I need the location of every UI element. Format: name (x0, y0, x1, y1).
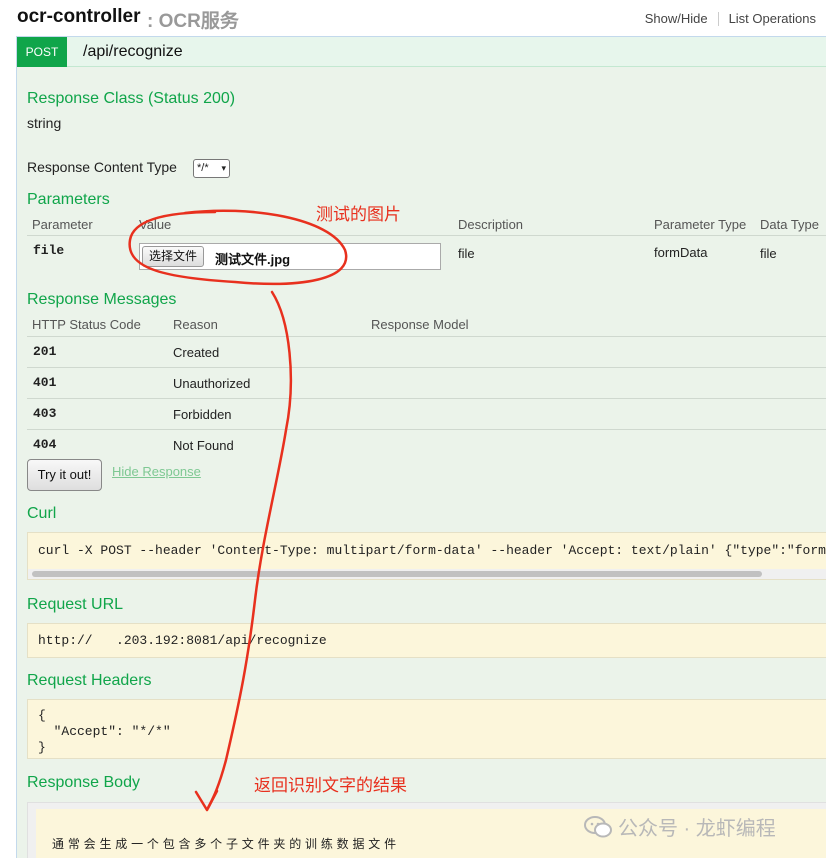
param-description: file (458, 246, 475, 261)
param-type: formData (654, 245, 708, 260)
reason-201: Created (173, 345, 220, 360)
status-code-401: 401 (33, 375, 57, 390)
status-code-404: 404 (33, 437, 57, 452)
row-divider (27, 429, 826, 430)
headers-line-2: "Accept": "*/*" (38, 724, 171, 739)
controller-name[interactable]: ocr-controller (17, 6, 141, 28)
operation-header[interactable]: POST /api/recognize (17, 37, 826, 67)
request-headers-title: Request Headers (27, 672, 152, 689)
status-code-201: 201 (33, 344, 57, 359)
reason-401: Unauthorized (173, 376, 251, 391)
curl-command: curl -X POST --header 'Content-Type: mul… (38, 543, 826, 558)
request-url-block[interactable]: http:// .203.192:8081/api/recognize (27, 623, 826, 658)
annotation-result: 返回识别文字的结果 (254, 776, 407, 795)
operation-panel: POST /api/recognize Response Class (Stat… (16, 36, 826, 858)
content-type-label: Response Content Type (27, 159, 177, 175)
resp-col-model: Response Model (371, 317, 469, 332)
choose-file-button[interactable]: 选择文件 (142, 246, 205, 267)
param-col-datatype: Data Type (760, 217, 820, 232)
scrollbar-thumb[interactable] (32, 571, 762, 577)
param-col-type: Parameter Type (654, 217, 747, 232)
param-col-description: Description (458, 217, 524, 232)
controller-header: ocr-controller : OCR服务 Show/Hide List Op… (0, 0, 826, 36)
resp-col-code: HTTP Status Code (32, 317, 141, 332)
resp-header-divider (27, 336, 826, 337)
response-class-value: string (27, 115, 62, 131)
headers-line-1: { (38, 708, 46, 723)
controller-description: : OCR服务 (147, 11, 239, 32)
annotation-test-image: 测试的图片 (316, 205, 401, 224)
list-operations-link[interactable]: List Operations (719, 11, 826, 26)
param-col-parameter: Parameter (32, 217, 93, 232)
response-messages-title: Response Messages (27, 291, 177, 308)
reason-403: Forbidden (173, 407, 232, 422)
request-headers-block[interactable]: { "Accept": "*/*" } (27, 699, 826, 759)
content-type-select[interactable]: */* ▾ (193, 159, 230, 178)
selected-file-name: 测试文件.jpg (215, 252, 291, 267)
endpoint-path[interactable]: /api/recognize (83, 43, 183, 61)
param-name: file (33, 243, 65, 258)
resp-col-reason: Reason (173, 317, 218, 332)
wechat-icon (584, 815, 612, 837)
request-url-value: http:// .203.192:8081/api/recognize (38, 633, 327, 648)
curl-block[interactable]: curl -X POST --header 'Content-Type: mul… (27, 532, 826, 580)
http-method-badge[interactable]: POST (17, 37, 67, 67)
watermark-text: 公众号 · 龙虾编程 (618, 818, 776, 840)
reason-404: Not Found (173, 438, 234, 453)
content-type-value: */* (197, 162, 209, 174)
chevron-down-icon: ▾ (221, 163, 226, 173)
row-divider (27, 367, 826, 368)
param-col-value: Value (139, 217, 172, 232)
param-data-type: file (760, 246, 777, 261)
status-code-403: 403 (33, 406, 57, 421)
curl-title: Curl (27, 505, 57, 522)
parameters-title: Parameters (27, 191, 110, 208)
request-url-title: Request URL (27, 596, 124, 613)
response-class-title: Response Class (Status 200) (27, 90, 236, 107)
curl-scrollbar[interactable] (28, 569, 826, 579)
header-links: Show/Hide List Operations (635, 11, 826, 26)
show-hide-link[interactable]: Show/Hide (635, 11, 718, 26)
headers-line-3: } (38, 740, 46, 755)
response-body-title: Response Body (27, 774, 140, 791)
param-header-divider (27, 235, 826, 236)
hide-response-link[interactable]: Hide Response (112, 464, 201, 479)
row-divider (27, 398, 826, 399)
try-it-out-button[interactable]: Try it out! (27, 459, 102, 491)
response-body-text: 通 常 会 生 成 一 个 包 含 多 个 子 文 件 夹 的 训 练 数 据 … (52, 837, 397, 851)
file-input[interactable]: 选择文件 测试文件.jpg (139, 243, 441, 270)
watermark: 公众号 · 龙虾编程 (584, 812, 776, 841)
